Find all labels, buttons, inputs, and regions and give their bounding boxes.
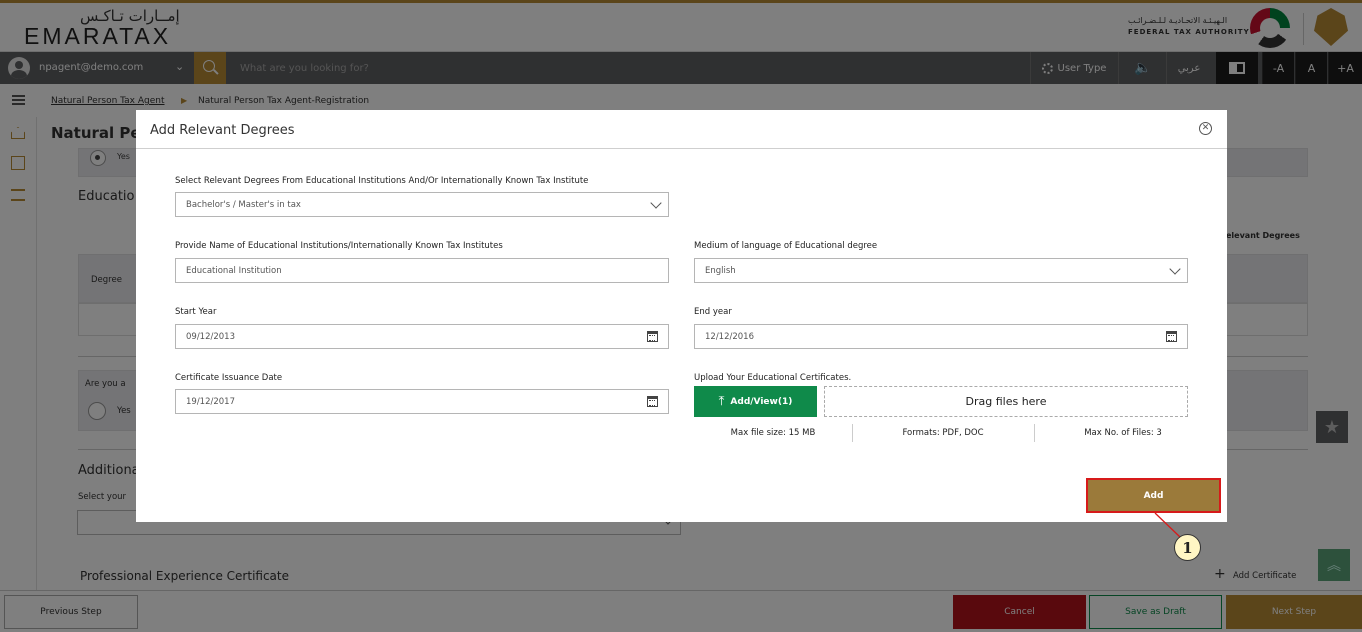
issuance-date-value: 19/12/2017 bbox=[186, 396, 235, 407]
add-button[interactable]: Add bbox=[1086, 478, 1221, 513]
max-files: Max No. of Files: 3 bbox=[1084, 428, 1162, 438]
end-year-input[interactable]: 12/12/2016 bbox=[694, 324, 1188, 349]
end-year-value: 12/12/2016 bbox=[705, 331, 754, 342]
chevron-down-icon bbox=[650, 197, 662, 209]
close-icon[interactable]: ✕ bbox=[1199, 122, 1212, 135]
degree-select-value: Bachelor's / Master's in tax bbox=[186, 199, 301, 210]
meta-divider bbox=[1034, 424, 1035, 442]
step-callout-badge: 1 bbox=[1174, 534, 1201, 561]
start-year-value: 09/12/2013 bbox=[186, 331, 235, 342]
language-label: Medium of language of Educational degree bbox=[694, 241, 878, 251]
degree-label: Select Relevant Degrees From Educational… bbox=[175, 176, 589, 186]
chevron-down-icon bbox=[1169, 263, 1181, 275]
issuance-date-label: Certificate Issuance Date bbox=[175, 373, 283, 383]
upload-label: Upload Your Educational Certificates. bbox=[694, 373, 852, 383]
allowed-formats: Formats: PDF, DOC bbox=[902, 428, 984, 438]
calendar-icon[interactable] bbox=[1166, 331, 1177, 342]
modal-title: Add Relevant Degrees bbox=[150, 123, 295, 138]
degree-select[interactable]: Bachelor's / Master's in tax bbox=[175, 192, 669, 217]
institution-label: Provide Name of Educational Institutions… bbox=[175, 241, 503, 251]
start-year-label: Start Year bbox=[175, 307, 217, 317]
institution-placeholder: Educational Institution bbox=[186, 265, 282, 276]
calendar-icon[interactable] bbox=[647, 331, 658, 342]
end-year-label: End year bbox=[694, 307, 732, 317]
modal-divider bbox=[136, 148, 1227, 149]
start-year-input[interactable]: 09/12/2013 bbox=[175, 324, 669, 349]
max-file-size: Max file size: 15 MB bbox=[730, 428, 816, 438]
language-select[interactable]: English bbox=[694, 258, 1188, 283]
upload-button-label: Add/View(1) bbox=[730, 396, 793, 407]
institution-input[interactable]: Educational Institution bbox=[175, 258, 669, 283]
calendar-icon[interactable] bbox=[647, 396, 658, 407]
file-drop-zone[interactable]: Drag files here bbox=[824, 386, 1188, 417]
upload-icon: ⤒ bbox=[718, 394, 725, 409]
add-view-upload-button[interactable]: ⤒ Add/View(1) bbox=[694, 386, 817, 417]
issuance-date-input[interactable]: 19/12/2017 bbox=[175, 389, 669, 414]
language-select-value: English bbox=[705, 265, 736, 276]
meta-divider bbox=[852, 424, 853, 442]
add-relevant-degrees-modal: Add Relevant Degrees ✕ Select Relevant D… bbox=[136, 110, 1227, 522]
